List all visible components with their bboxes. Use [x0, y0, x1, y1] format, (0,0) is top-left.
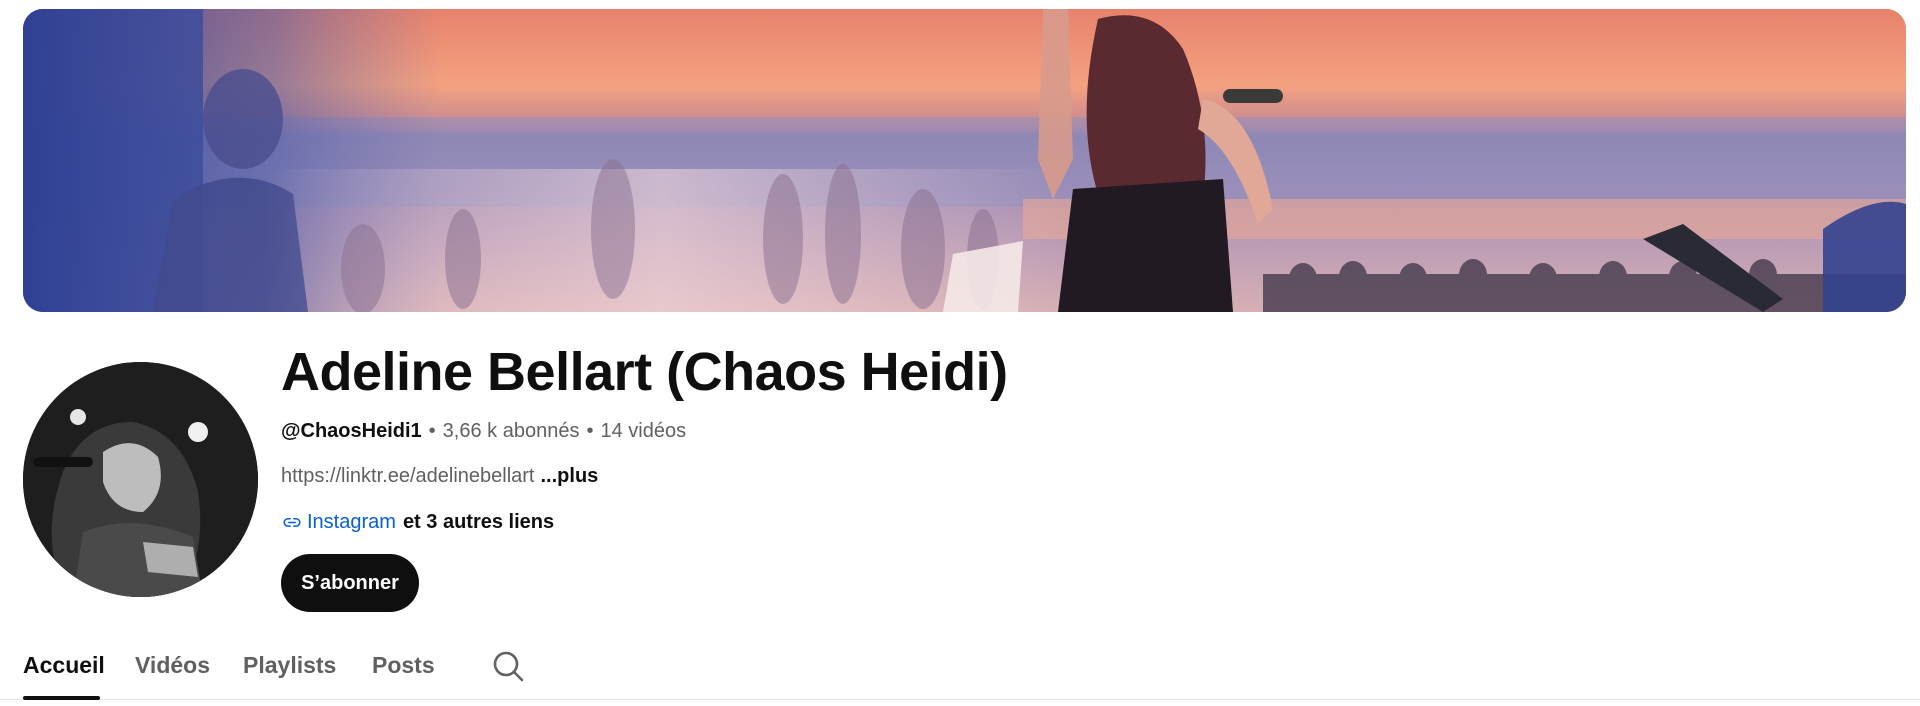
active-tab-indicator [23, 696, 100, 700]
channel-handle: @ChaosHeidi1 [281, 420, 422, 442]
channel-info: Adeline Bellart (Chaos Heidi) @ChaosHeid… [281, 336, 1681, 537]
meta-separator: • [428, 420, 436, 442]
avatar-image [23, 362, 258, 597]
subscriber-count: 3,66 k abonnés [442, 420, 580, 442]
instagram-link[interactable]: Instagram [307, 507, 396, 537]
channel-name: Adeline Bellart (Chaos Heidi) [281, 342, 1008, 402]
tab-home[interactable]: Accueil [23, 648, 105, 682]
channel-tabs: Accueil Vidéos Playlists Posts [0, 638, 1920, 700]
channel-description[interactable]: https://linktr.ee/adelinebellart ...plus [281, 461, 1681, 491]
channel-page: Adeline Bellart (Chaos Heidi) @ChaosHeid… [0, 0, 1920, 706]
search-icon[interactable] [490, 648, 526, 684]
channel-links: Instagram et 3 autres liens [281, 507, 1681, 537]
channel-banner [23, 9, 1906, 312]
tab-videos[interactable]: Vidéos [135, 648, 210, 682]
more-button[interactable]: ...plus [541, 465, 599, 487]
channel-meta: @ChaosHeidi1 • 3,66 k abonnés • 14 vidéos [281, 416, 1681, 446]
tab-playlists[interactable]: Playlists [243, 648, 336, 682]
video-count: 14 vidéos [600, 420, 687, 442]
description-text: https://linktr.ee/adelinebellart [281, 465, 535, 487]
subscribe-button[interactable]: S’abonner [281, 554, 419, 612]
channel-avatar[interactable] [23, 362, 258, 597]
other-links-button[interactable]: et 3 autres liens [403, 507, 554, 537]
link-icon [281, 511, 303, 533]
tab-posts[interactable]: Posts [372, 648, 435, 682]
banner-image [23, 9, 1906, 312]
meta-separator: • [586, 420, 594, 442]
